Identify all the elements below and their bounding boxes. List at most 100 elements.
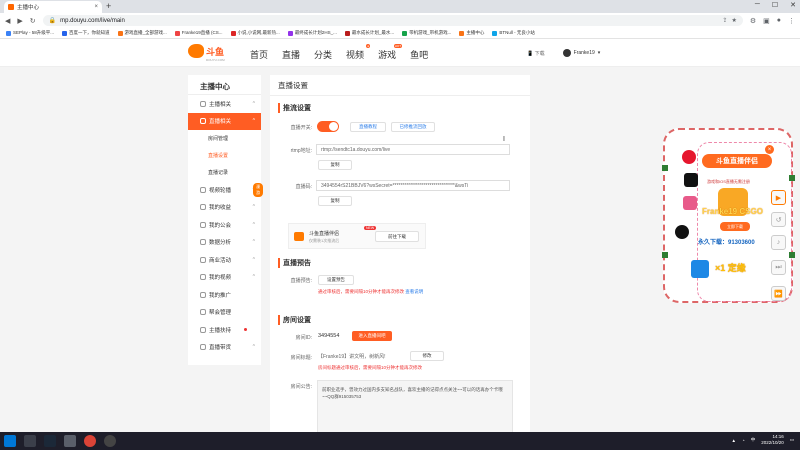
sidebar-item-support[interactable]: 主播扶持 xyxy=(188,321,261,339)
bookmark-item[interactable]: 带机游戏_带机游戏... xyxy=(402,30,451,36)
room-notice-textarea[interactable]: 前职业选手，曾效力过国内多支知名战队，喜欢主播的记得点点关注~~可以的话再办个卡… xyxy=(317,380,513,435)
live-switch-toggle[interactable] xyxy=(317,121,339,132)
volume-icon[interactable]: ♪ xyxy=(771,235,786,250)
sidebar-sub-live-records[interactable]: 直播记录 xyxy=(188,164,261,181)
nav-category[interactable]: 分类 xyxy=(314,48,332,61)
window-controls: ─ ☐ ✕ xyxy=(755,1,796,9)
reload-icon[interactable]: ↻ xyxy=(30,17,36,25)
download-link[interactable]: 📱 下载 xyxy=(527,50,545,57)
chevron-up-icon: ^ xyxy=(252,204,255,211)
view-explanation-link[interactable]: 查看说明 xyxy=(405,289,423,294)
bookmark-item[interactable]: SEPlay - 58升级平... xyxy=(6,30,54,36)
play-icon[interactable]: ▶ xyxy=(771,190,786,205)
clock[interactable]: 14:16 2022/10/20 xyxy=(761,434,784,446)
network-icon[interactable]: ▲ xyxy=(732,438,736,443)
sidebar-item-my-video[interactable]: 我的视频 ^ xyxy=(188,269,261,287)
bookmark-item[interactable]: 主播中心 xyxy=(459,30,484,36)
taskview-icon[interactable] xyxy=(24,435,36,447)
resize-handle[interactable] xyxy=(662,165,668,171)
lock-icon[interactable]: 🔒 xyxy=(49,17,56,24)
skip-icon[interactable]: ⏩ xyxy=(771,286,786,301)
sidebar-item-income[interactable]: 我的收益 ^ xyxy=(188,199,261,217)
next-icon[interactable]: ⏭ xyxy=(771,260,786,275)
sidebar-sub-live-settings[interactable]: 直播设置 xyxy=(188,147,261,164)
forward-icon[interactable]: ▶ xyxy=(17,17,22,25)
url-text[interactable]: mp.douyu.com/live/main xyxy=(60,18,718,24)
url-input[interactable]: 🔒 mp.douyu.com/live/main ⇪ ★ xyxy=(42,15,743,26)
push-replay-button[interactable]: 已修推流回放 xyxy=(391,122,435,132)
sidebar-sub-room-manage[interactable]: 房间管理 xyxy=(188,130,261,147)
nav-game[interactable]: 游戏 HOT xyxy=(378,44,403,61)
helper-download-button[interactable]: 前往下载 xyxy=(375,231,419,242)
minimize-icon[interactable]: ─ xyxy=(755,1,760,9)
extension-icon[interactable]: ⚙ xyxy=(750,17,756,25)
bookmark-item[interactable]: 最水成长计划_最水... xyxy=(344,30,394,36)
copy-code-button[interactable]: 复制 xyxy=(318,196,352,206)
sidebar-item-video-rotation[interactable]: 视频轮播^漫游 xyxy=(188,181,263,199)
ad-download-button[interactable]: 立即下载 xyxy=(720,222,750,231)
bookmark-item[interactable]: 游戏直播_全部游戏... xyxy=(117,30,167,36)
app-icon[interactable] xyxy=(104,435,116,447)
chevron-up-icon: ^ xyxy=(252,100,255,107)
sidebar-item-live[interactable]: 直播相关 ^ xyxy=(188,112,261,130)
sidebar-item-commerce[interactable]: 直播带货 ^ xyxy=(188,339,261,357)
qq-icon xyxy=(675,225,689,239)
menu-icon[interactable]: ⋮ xyxy=(788,17,795,25)
resize-handle[interactable] xyxy=(662,252,668,258)
back-icon[interactable]: ◀ xyxy=(5,17,10,25)
explorer-icon[interactable] xyxy=(64,435,76,447)
sidebar-item-guild[interactable]: 我的公会 ^ xyxy=(188,216,261,234)
new-tab-button[interactable]: + xyxy=(106,1,111,11)
edit-title-button[interactable]: 修改 xyxy=(410,351,444,361)
replay-icon[interactable]: ↺ xyxy=(771,212,786,227)
steam-icon[interactable] xyxy=(44,435,56,447)
floating-ad[interactable]: 斗鱼直播伴侣 × 游戏和IOS直播无需注册 Franke19 CSGO 立即下载… xyxy=(662,128,795,303)
live-tutorial-button[interactable]: 直播教程 xyxy=(350,122,386,132)
rtmp-field[interactable]: rtmp://sendtc1a.douyu.com/live xyxy=(316,144,510,155)
maximize-icon[interactable]: ☐ xyxy=(772,1,778,9)
resize-handle[interactable] xyxy=(789,252,795,258)
section-push-settings: 推流设置 xyxy=(278,103,311,113)
bookmark-item[interactable]: Franke19直播 (CS... xyxy=(174,30,223,36)
enter-room-button[interactable]: 进入直播间吧 xyxy=(352,331,392,341)
sidebar-item-anchor[interactable]: 主播相关 ^ xyxy=(188,95,261,113)
copy-rtmp-button[interactable]: 复制 xyxy=(318,160,352,170)
chrome-icon[interactable] xyxy=(84,435,96,447)
nav-live[interactable]: 直播 xyxy=(282,48,300,61)
bookmark-favicon-icon xyxy=(287,30,293,36)
nav-home[interactable]: 首页 xyxy=(250,48,268,61)
windows-start-icon[interactable] xyxy=(4,435,16,447)
nav-video[interactable]: 视频 ● xyxy=(346,44,371,61)
sidebar-item-business[interactable]: 商业活动 ^ xyxy=(188,251,261,269)
ime-indicator[interactable]: 中 xyxy=(751,437,756,443)
ad-close-icon[interactable]: × xyxy=(765,145,774,154)
switch-label: 直播开关: xyxy=(290,125,312,131)
browser-tab[interactable]: 主播中心 × xyxy=(4,1,102,13)
film-icon xyxy=(200,274,206,281)
sidebar-toggle-icon[interactable]: ▣ xyxy=(763,17,770,25)
text-cursor-icon: I xyxy=(503,136,505,143)
sidebar-item-gang[interactable]: 帮会管理 xyxy=(188,304,261,322)
bookmark-item[interactable]: 最终成长计划2HS_... xyxy=(287,30,337,36)
window-close-icon[interactable]: ✕ xyxy=(790,1,796,9)
bookmark-item[interactable]: 小说,小说网,最新热... xyxy=(230,30,280,36)
user-menu[interactable]: Franke19 ▾ xyxy=(562,49,600,57)
nav-yuba[interactable]: 鱼吧 xyxy=(410,48,428,61)
bookmark-star-icon[interactable]: ★ xyxy=(731,17,736,24)
sidebar-item-promotion[interactable]: 我的推广 xyxy=(188,286,261,304)
resize-handle[interactable] xyxy=(789,175,795,181)
roaming-tag: 漫游 xyxy=(253,183,263,197)
stream-code-field[interactable]: 3494554rS21BBJV6?wsSecret=**************… xyxy=(316,180,510,191)
sidebar-item-data[interactable]: 数据分析 ^ xyxy=(188,234,261,252)
bookmark-favicon-icon xyxy=(492,30,498,36)
user-icon xyxy=(200,100,206,107)
bookmark-item[interactable]: BTNull - 无良小站 xyxy=(492,30,535,36)
douyu-logo[interactable]: 斗鱼 DOUYU.COM xyxy=(188,44,225,62)
bookmark-item[interactable]: 百度一下，你就知道 xyxy=(62,30,110,36)
wifi-icon[interactable]: ◔ xyxy=(742,438,745,443)
share-icon[interactable]: ⇪ xyxy=(722,17,727,24)
notification-icon[interactable]: ▭ xyxy=(790,437,794,443)
profile-icon[interactable]: ● xyxy=(777,17,781,24)
close-tab-icon[interactable]: × xyxy=(94,4,98,10)
set-preview-button[interactable]: 设置预告 xyxy=(318,275,354,285)
